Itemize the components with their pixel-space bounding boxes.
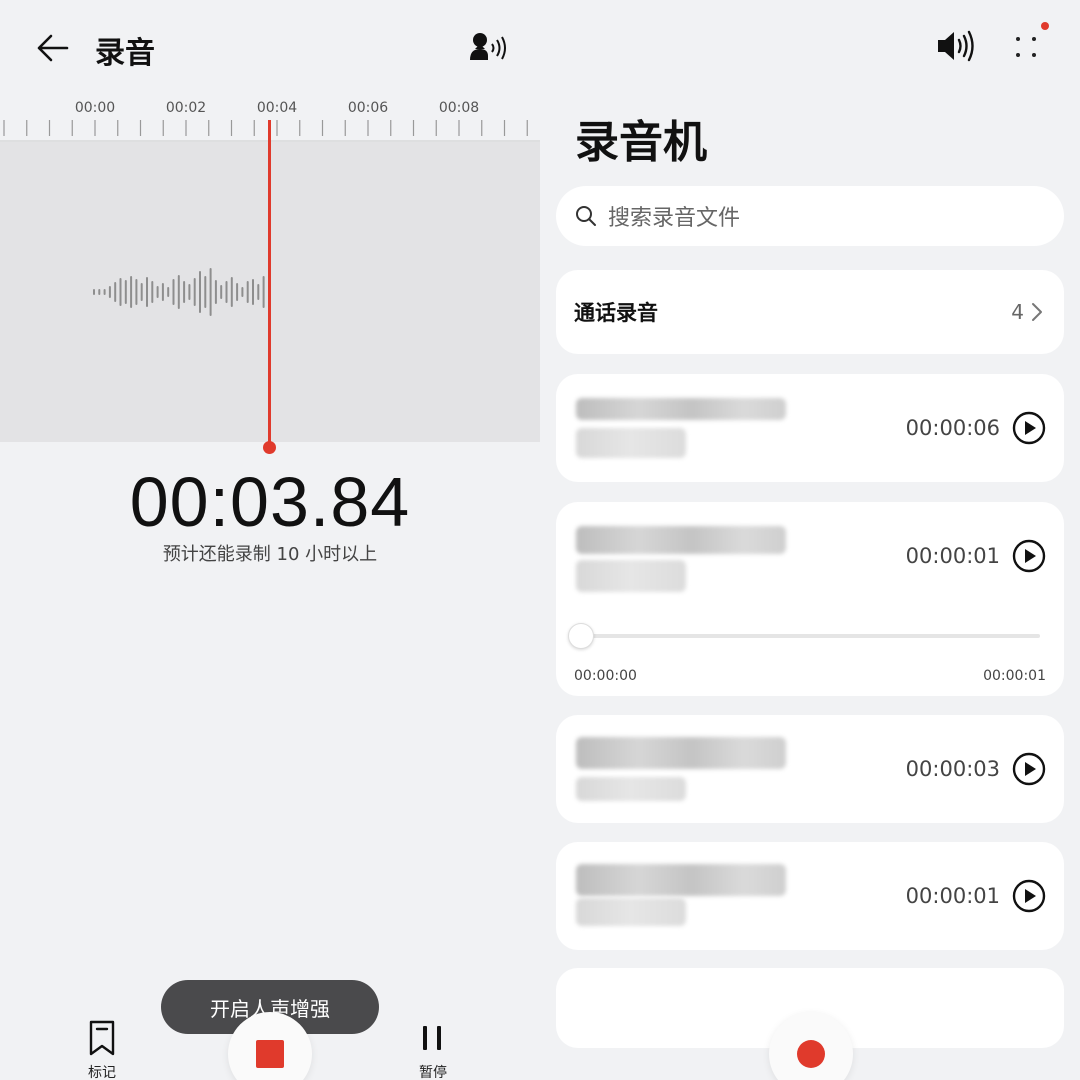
search-icon bbox=[576, 206, 596, 226]
recording-item-expanded[interactable]: 00:00:01 00:00:00 00:00:01 bbox=[556, 502, 1064, 696]
recording-duration: 00:00:01 bbox=[905, 544, 1000, 568]
recording-meta-redacted bbox=[576, 428, 686, 458]
search-placeholder: 搜索录音文件 bbox=[608, 206, 741, 231]
pause-label: 暂停 bbox=[419, 1065, 447, 1080]
pause-icon bbox=[423, 1026, 441, 1050]
play-icon[interactable] bbox=[1012, 411, 1046, 445]
recording-meta-redacted bbox=[576, 777, 686, 801]
play-icon[interactable] bbox=[1012, 539, 1046, 573]
back-button[interactable] bbox=[30, 26, 74, 70]
recording-duration: 00:00:06 bbox=[905, 416, 1000, 440]
call-recordings-row[interactable]: 通话录音 4 bbox=[556, 270, 1064, 354]
notification-badge bbox=[1041, 22, 1049, 30]
recording-duration: 00:00:03 bbox=[905, 757, 1000, 781]
waveform bbox=[93, 268, 265, 316]
speaker-button[interactable] bbox=[934, 26, 978, 66]
record-icon bbox=[797, 1040, 825, 1068]
stop-icon bbox=[256, 1040, 284, 1068]
remaining-time-hint: 预计还能录制 10 小时以上 bbox=[162, 544, 378, 565]
page-title: 录音 bbox=[95, 36, 155, 71]
recording-name-redacted bbox=[576, 398, 786, 420]
speaker-icon bbox=[938, 30, 974, 62]
playhead[interactable] bbox=[268, 120, 271, 447]
call-recordings-count: 4 bbox=[1011, 300, 1024, 324]
recording-name-redacted bbox=[576, 526, 786, 554]
recording-meta-redacted bbox=[576, 898, 686, 926]
recording-item[interactable]: 00:00:03 bbox=[556, 715, 1064, 823]
pause-button[interactable]: 暂停 bbox=[418, 1020, 448, 1080]
call-recordings-label: 通话录音 bbox=[574, 301, 658, 325]
recording-meta-redacted bbox=[576, 560, 686, 592]
bookmark-icon bbox=[89, 1020, 115, 1056]
recording-item[interactable]: 00:00:01 bbox=[556, 842, 1064, 950]
play-icon[interactable] bbox=[1012, 879, 1046, 913]
mark-label: 标记 bbox=[88, 1065, 116, 1080]
playhead-handle[interactable] bbox=[263, 441, 276, 454]
library-pane: 录音机 搜索录音文件 通话录音 4 00:00:06 00:00:01 00:0… bbox=[540, 0, 1080, 1080]
playback-position: 00:00:00 bbox=[574, 668, 637, 684]
more-button[interactable] bbox=[1010, 22, 1050, 66]
recording-name-redacted bbox=[576, 864, 786, 896]
voice-enhance-button[interactable] bbox=[466, 28, 510, 68]
recording-pane: 录音 00:00 00:02 00:04 00:06 00:08 00:03.8… bbox=[0, 0, 540, 1080]
recording-duration: 00:00:01 bbox=[905, 884, 1000, 908]
play-icon[interactable] bbox=[1012, 752, 1046, 786]
mark-button[interactable]: 标记 bbox=[88, 1020, 116, 1080]
arrow-left-icon bbox=[37, 34, 69, 62]
recording-name-redacted bbox=[576, 737, 786, 769]
playback-progress-track[interactable] bbox=[578, 634, 1040, 638]
playback-total: 00:00:01 bbox=[983, 668, 1046, 684]
voice-enhance-icon bbox=[470, 33, 506, 60]
playback-progress-knob[interactable] bbox=[568, 623, 594, 649]
search-input[interactable]: 搜索录音文件 bbox=[556, 186, 1064, 246]
recording-item[interactable]: 00:00:06 bbox=[556, 374, 1064, 482]
chevron-right-icon bbox=[1032, 303, 1042, 321]
app-title: 录音机 bbox=[575, 117, 707, 168]
elapsed-timer: 00:03.84 bbox=[129, 463, 411, 541]
